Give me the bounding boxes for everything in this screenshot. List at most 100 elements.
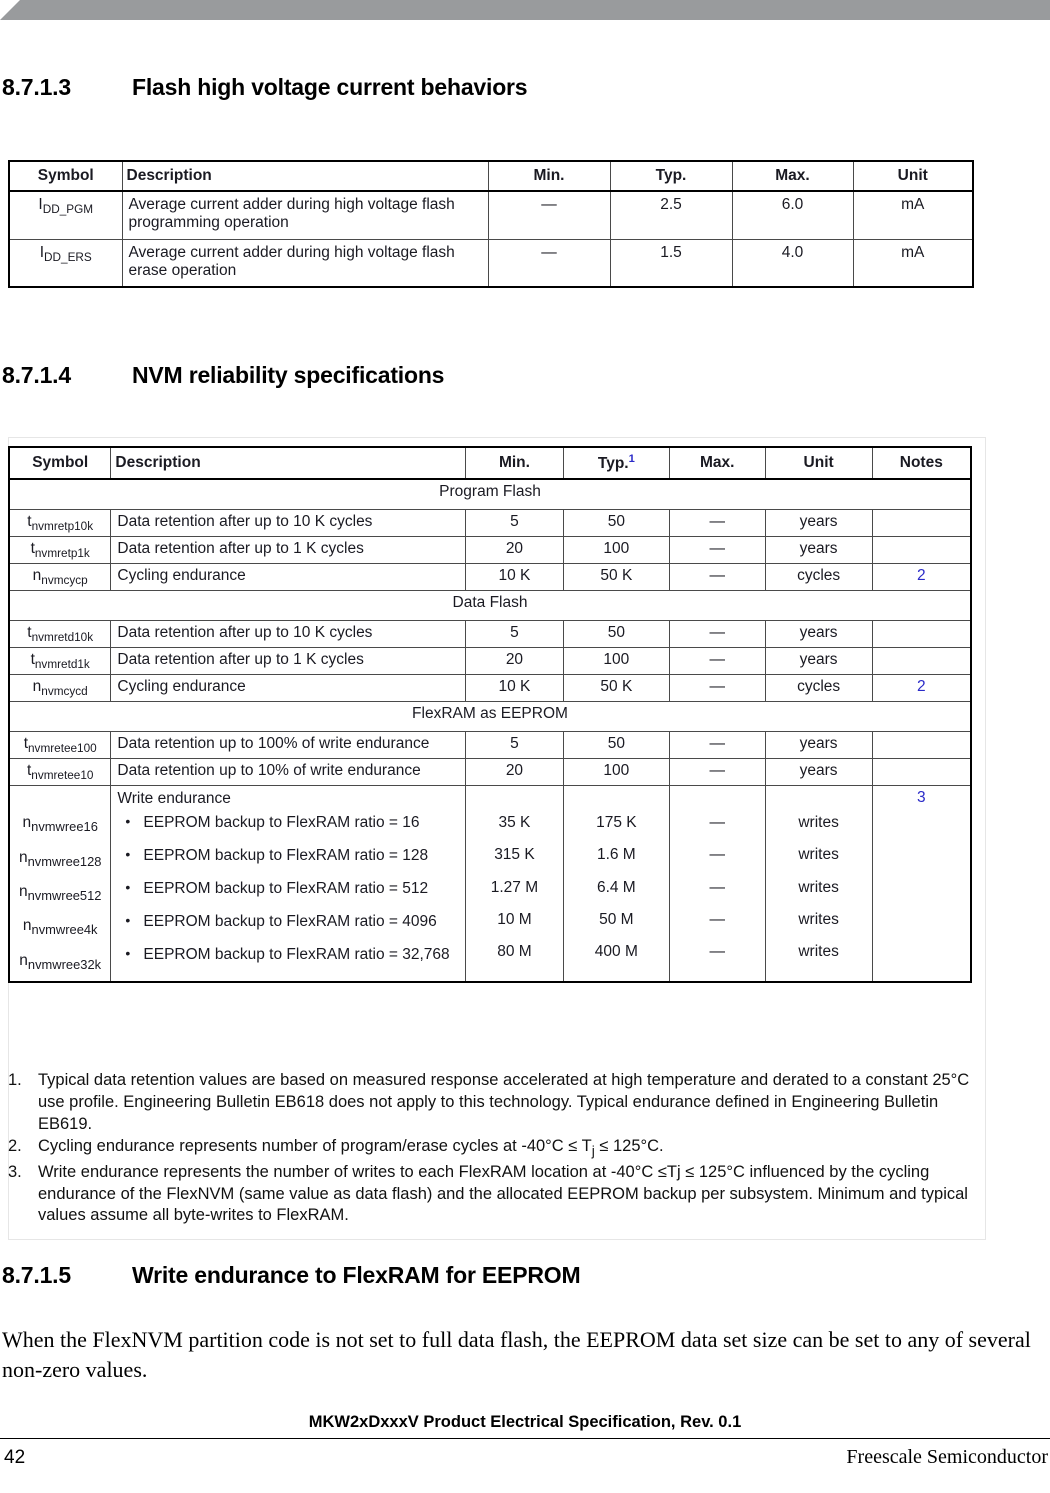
body-paragraph: When the FlexNVM partition code is not s…	[2, 1327, 1031, 1382]
flash-hv-current-table: Symbol Description Min. Typ. Max. Unit I…	[8, 160, 974, 288]
col-min: Min.	[487, 160, 611, 192]
list-item: EEPROM backup to FlexRAM ratio = 512	[117, 879, 459, 898]
footnote-3: 3. Write endurance represents the number…	[8, 1162, 976, 1227]
footer-document-title: MKW2xDxxxV Product Electrical Specificat…	[308, 1413, 742, 1431]
cell-typ: 50 K	[562, 562, 670, 591]
cell-notes[interactable]	[871, 508, 972, 537]
cell-typ: 50	[562, 508, 670, 537]
cell-symbol: IDD_ERS	[8, 238, 123, 288]
write-endurance-row: nnvmwree16 nnvmwree128 nnvmwree512 nnvmw…	[8, 785, 972, 983]
section-title: Flash high voltage current behaviors	[132, 74, 528, 100]
cell-description: Data retention up to 100% of write endur…	[110, 731, 467, 760]
symbol-nvmwree128: nnvmwree128	[18, 848, 102, 869]
cell-max: —	[668, 647, 766, 676]
group-label-data-flash: Data Flash	[8, 589, 972, 621]
footnote-text: Typical data retention values are based …	[38, 1071, 970, 1133]
cell-max-group: — — — — —	[668, 785, 766, 983]
cell-notes[interactable]: 2	[871, 674, 972, 703]
cell-max: —	[668, 619, 766, 649]
cell-min: 10 K	[465, 674, 564, 703]
col-notes: Notes	[871, 445, 972, 481]
cell-symbol: tnvmretee100	[8, 731, 112, 760]
footer-divider	[0, 1438, 1050, 1439]
cell-unit: years	[764, 508, 873, 537]
cell-typ: 50	[562, 619, 670, 649]
cell-min: 5	[465, 619, 564, 649]
cell-description: Data retention after up to 10 K cycles	[110, 619, 467, 649]
symbol-nvmwree4k: nnvmwree4k	[22, 917, 98, 938]
table-row: nnvmcycd Cycling endurance 10 K 50 K — c…	[8, 674, 972, 703]
section-title: NVM reliability specifications	[132, 362, 445, 388]
cell-unit: cycles	[764, 674, 873, 703]
cell-min: 20	[465, 758, 564, 787]
table-row: IDD_PGM Average current adder during hig…	[8, 190, 974, 240]
cell-symbol: tnvmretd1k	[8, 647, 112, 676]
cell-max: —	[668, 508, 766, 537]
write-endurance-list: EEPROM backup to FlexRAM ratio = 16 EEPR…	[117, 813, 459, 963]
col-max: Max.	[668, 445, 766, 481]
cell-symbol: nnvmcycp	[8, 562, 112, 591]
col-unit: Unit	[852, 160, 974, 192]
cell-symbol: tnvmretd10k	[8, 619, 112, 649]
cell-typ: 2.5	[609, 190, 733, 240]
col-min: Min.	[465, 445, 564, 481]
cell-min: —	[487, 238, 611, 288]
col-typ: Typ.	[609, 160, 733, 192]
section-title: Write endurance to FlexRAM for EEPROM	[132, 1262, 581, 1288]
cell-write-endurance-description: Write endurance EEPROM backup to FlexRAM…	[110, 785, 467, 983]
cell-unit: years	[764, 731, 873, 760]
cell-min: 5	[465, 731, 564, 760]
cell-max: —	[668, 758, 766, 787]
cell-symbol: tnvmretee10	[8, 758, 112, 787]
cell-notes[interactable]: 3	[871, 785, 972, 983]
col-symbol: Symbol	[8, 445, 112, 481]
cell-min: —	[487, 190, 611, 240]
cell-symbol-group: nnvmwree16 nnvmwree128 nnvmwree512 nnvmw…	[8, 785, 112, 983]
cell-symbol: tnvmretp1k	[8, 535, 112, 564]
cell-symbol: nnvmcycd	[8, 674, 112, 703]
cell-notes[interactable]: 2	[871, 562, 972, 591]
cell-description: Average current adder during high voltag…	[121, 190, 489, 240]
cell-min: 5	[465, 508, 564, 537]
section-number: 8.7.1.3	[2, 74, 71, 100]
col-unit: Unit	[764, 445, 873, 481]
cell-typ: 1.5	[609, 238, 733, 288]
cell-typ: 100	[562, 647, 670, 676]
group-header-row: Program Flash	[8, 478, 972, 510]
table-row: IDD_ERS Average current adder during hig…	[8, 238, 974, 288]
group-label-flexram: FlexRAM as EEPROM	[8, 701, 972, 733]
table-row: tnvmretp1k Data retention after up to 1 …	[8, 535, 972, 564]
cell-notes[interactable]	[871, 535, 972, 564]
footnote-number: 1.	[8, 1071, 22, 1089]
cell-unit: years	[764, 619, 873, 649]
list-item: EEPROM backup to FlexRAM ratio = 128	[117, 846, 459, 865]
group-header-row: FlexRAM as EEPROM	[8, 701, 972, 733]
group-header-row: Data Flash	[8, 589, 972, 621]
cell-unit: cycles	[764, 562, 873, 591]
cell-description: Cycling endurance	[110, 562, 467, 591]
group-label-program-flash: Program Flash	[8, 478, 972, 510]
cell-notes[interactable]	[871, 758, 972, 787]
table-row: tnvmretd1k Data retention after up to 1 …	[8, 647, 972, 676]
typ-footnote-marker[interactable]: 1	[629, 453, 635, 465]
list-item: EEPROM backup to FlexRAM ratio = 16	[117, 813, 459, 832]
cell-notes[interactable]	[871, 647, 972, 676]
cell-unit: years	[764, 535, 873, 564]
cell-unit: mA	[852, 238, 974, 288]
footer-page-number: 42	[4, 1447, 26, 1468]
col-description: Description	[110, 445, 467, 481]
cell-description: Data retention after up to 1 K cycles	[110, 647, 467, 676]
cell-unit: mA	[852, 190, 974, 240]
nvm-reliability-table: Symbol Description Min. Typ.1 Max. Unit …	[8, 445, 972, 983]
cell-description: Cycling endurance	[110, 674, 467, 703]
cell-unit-group: writes writes writes writes writes	[764, 785, 873, 983]
cell-max: —	[668, 674, 766, 703]
cell-notes[interactable]	[871, 619, 972, 649]
cell-symbol: tnvmretp10k	[8, 508, 112, 537]
page-top-banner	[0, 0, 1050, 20]
cell-typ: 100	[562, 758, 670, 787]
footnote-number: 2.	[8, 1137, 22, 1156]
cell-notes[interactable]	[871, 731, 972, 760]
cell-typ-group: 175 K 1.6 M 6.4 M 50 M 400 M	[562, 785, 670, 983]
table-row: tnvmretee10 Data retention up to 10% of …	[8, 758, 972, 787]
